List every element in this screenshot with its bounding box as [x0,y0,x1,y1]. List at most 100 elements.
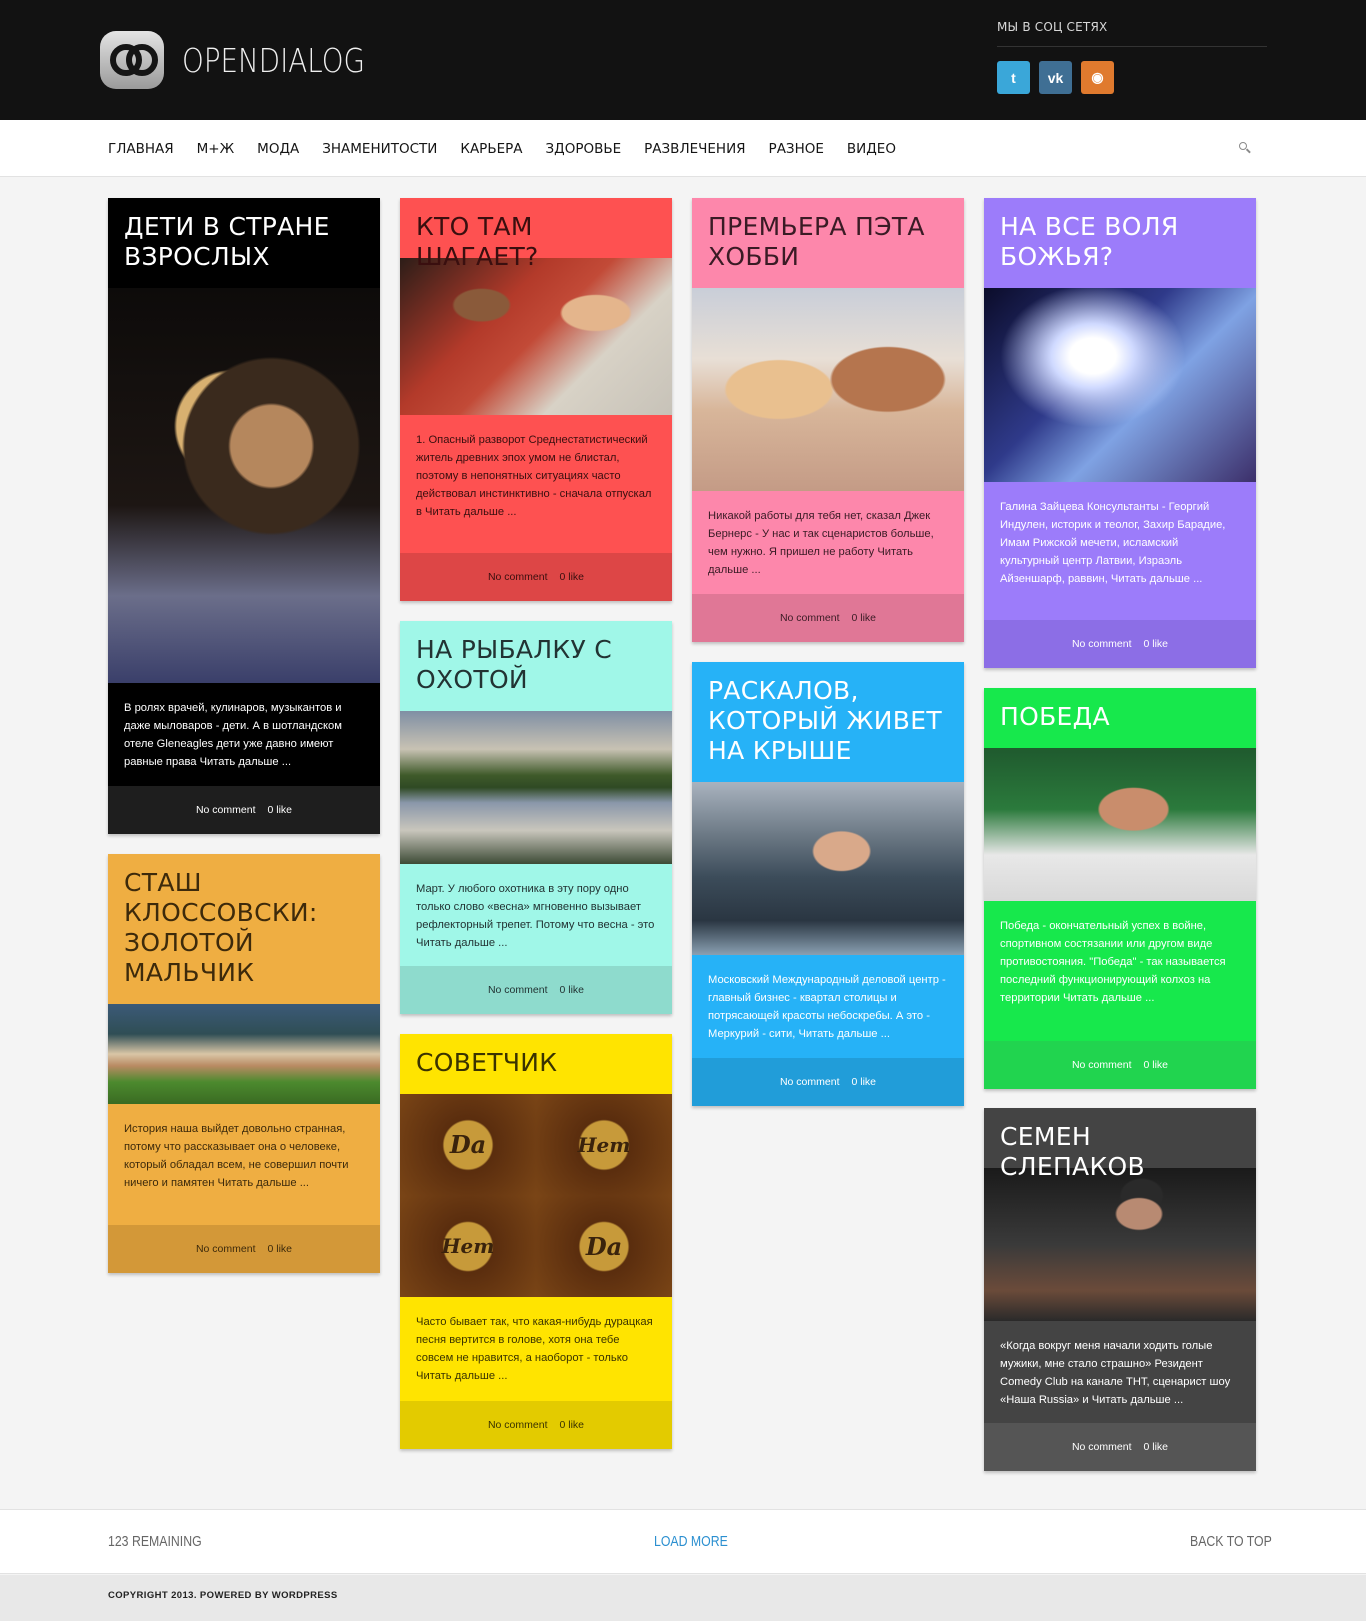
post-title[interactable]: НА ВСЕ ВОЛЯ БОЖЬЯ? [984,198,1256,288]
post-image[interactable] [692,288,964,491]
comment-count[interactable]: No comment [196,804,256,816]
post-image[interactable] [692,782,964,955]
post-image[interactable] [984,748,1256,901]
comment-count[interactable]: No comment [488,1419,548,1431]
nav-item-glavnaya[interactable]: ГЛАВНАЯ [108,141,174,157]
post-excerpt: Март. У любого охотника в эту пору одно … [416,883,655,949]
twitter-icon[interactable]: t [997,61,1030,94]
coin-da: Da [400,1094,536,1196]
post-image[interactable]: Da Hem Hem Da [400,1094,672,1297]
post-image[interactable] [400,258,672,415]
post-meta: No comment 0 like [984,1423,1256,1471]
post-title[interactable]: СОВЕТЧИК [400,1034,672,1094]
post-card: РАСКАЛОВ, КОТОРЫЙ ЖИВЕТ НА КРЫШЕ Московс… [692,662,964,1106]
remaining-count: 123 REMAINING [108,1533,202,1550]
nav-item-mzh[interactable]: М+Ж [197,141,235,157]
copyright-bar: COPYRIGHT 2013. POWERED BY WORDPRESS [0,1575,1366,1621]
post-meta: No comment 0 like [108,786,380,834]
post-card: СТАШ КЛОССОВСКИ: ЗОЛОТОЙ МАЛЬЧИК История… [108,854,380,1273]
post-title[interactable]: ДЕТИ В СТРАНЕ ВЗРОСЛЫХ [108,198,380,288]
post-excerpt: Никакой работы для тебя нет, сказал Джек… [708,510,934,576]
social-title: МЫ В СОЦ СЕТЯХ [997,20,1267,47]
like-count[interactable]: 0 like [560,984,585,996]
comment-count[interactable]: No comment [1072,1441,1132,1453]
search-icon[interactable] [1238,141,1252,155]
pagination-bar: 123 REMAINING LOAD MORE BACK TO TOP [0,1509,1366,1574]
rss-icon[interactable]: ◉ [1081,61,1114,94]
post-excerpt: 1. Опасный разворот Среднестатистический… [416,434,652,518]
like-count[interactable]: 0 like [268,1243,293,1255]
post-image[interactable] [984,1168,1256,1321]
like-count[interactable]: 0 like [560,571,585,583]
post-card: ПРЕМЬЕРА ПЭТА ХОББИ Никакой работы для т… [692,198,964,642]
nav-item-video[interactable]: ВИДЕО [847,141,896,157]
post-excerpt: История наша выйдет довольно странная, п… [124,1123,349,1189]
vk-icon[interactable]: vk [1039,61,1072,94]
like-count[interactable]: 0 like [560,1419,585,1431]
coin-hem: Hem [400,1195,536,1297]
post-excerpt: Победа - окончательный успех в войне, сп… [1000,920,1226,1004]
logo-text: OPENDIALOG [182,40,366,80]
post-card: СОВЕТЧИК Da Hem Hem Da Часто бывает так,… [400,1034,672,1449]
post-meta: No comment 0 like [984,1041,1256,1089]
back-to-top-link[interactable]: BACK TO TOP [1190,1533,1272,1550]
post-title[interactable]: НА РЫБАЛКУ С ОХОТОЙ [400,621,672,711]
coin-da: Da [536,1195,672,1297]
site-header: OPENDIALOG МЫ В СОЦ СЕТЯХ t vk ◉ [0,0,1366,120]
like-count[interactable]: 0 like [1144,1059,1169,1071]
post-meta: No comment 0 like [984,620,1256,668]
comment-count[interactable]: No comment [196,1243,256,1255]
social-block: МЫ В СОЦ СЕТЯХ t vk ◉ [997,20,1267,94]
main-nav: ГЛАВНАЯ М+Ж МОДА ЗНАМЕНИТОСТИ КАРЬЕРА ЗД… [0,120,1366,177]
comment-count[interactable]: No comment [1072,638,1132,650]
post-title[interactable]: ПОБЕДА [984,688,1256,748]
post-excerpt: В ролях врачей, кулинаров, музыкантов и … [124,702,342,768]
like-count[interactable]: 0 like [1144,638,1169,650]
post-meta: No comment 0 like [692,1058,964,1106]
like-count[interactable]: 0 like [852,612,877,624]
nav-item-raznoe[interactable]: РАЗНОЕ [769,141,824,157]
post-excerpt: Часто бывает так, что какая-нибудь дурац… [416,1316,653,1382]
post-title[interactable]: СТАШ КЛОССОВСКИ: ЗОЛОТОЙ МАЛЬЧИК [108,854,380,1004]
post-meta: No comment 0 like [108,1225,380,1273]
post-image[interactable] [984,288,1256,482]
nav-item-znamenitosti[interactable]: ЗНАМЕНИТОСТИ [322,141,437,157]
post-excerpt: Галина Зайцева Консультанты - Георгий Ин… [1000,501,1226,585]
comment-count[interactable]: No comment [780,1076,840,1088]
post-meta: No comment 0 like [400,966,672,1014]
post-card: ПОБЕДА Победа - окончательный успех в во… [984,688,1256,1089]
post-card: НА РЫБАЛКУ С ОХОТОЙ Март. У любого охотн… [400,621,672,1014]
like-count[interactable]: 0 like [268,804,293,816]
post-card: ДЕТИ В СТРАНЕ ВЗРОСЛЫХ В ролях врачей, к… [108,198,380,834]
post-meta: No comment 0 like [400,553,672,601]
post-image[interactable] [400,711,672,864]
coin-hem: Hem [536,1094,672,1196]
comment-count[interactable]: No comment [780,612,840,624]
comment-count[interactable]: No comment [1072,1059,1132,1071]
post-card: НА ВСЕ ВОЛЯ БОЖЬЯ? Галина Зайцева Консул… [984,198,1256,668]
nav-item-razvlecheniya[interactable]: РАЗВЛЕЧЕНИЯ [644,141,745,157]
post-title[interactable]: ПРЕМЬЕРА ПЭТА ХОББИ [692,198,964,288]
post-meta: No comment 0 like [400,1401,672,1449]
post-meta: No comment 0 like [692,594,964,642]
post-excerpt: Московский Международный деловой центр -… [708,974,946,1040]
post-excerpt: «Когда вокруг меня начали ходить голые м… [1000,1340,1231,1406]
post-title[interactable]: СЕМЕН СЛЕПАКОВ [984,1108,1256,1181]
load-more-button[interactable]: LOAD MORE [654,1533,728,1550]
comment-count[interactable]: No comment [488,984,548,996]
post-image[interactable] [108,288,380,683]
post-title[interactable]: РАСКАЛОВ, КОТОРЫЙ ЖИВЕТ НА КРЫШЕ [692,662,964,782]
comment-count[interactable]: No comment [488,571,548,583]
copyright-text: COPYRIGHT 2013. POWERED BY WORDPRESS [108,1590,338,1601]
logo-mark-icon [100,31,165,89]
post-card: СЕМЕН СЛЕПАКОВ «Когда вокруг меня начали… [984,1108,1256,1471]
post-image[interactable] [108,1004,380,1104]
site-logo[interactable]: OPENDIALOG [100,28,400,92]
nav-item-kariera[interactable]: КАРЬЕРА [460,141,522,157]
nav-item-zdorovie[interactable]: ЗДОРОВЬЕ [546,141,622,157]
like-count[interactable]: 0 like [1144,1441,1169,1453]
like-count[interactable]: 0 like [852,1076,877,1088]
post-card: КТО ТАМ ШАГАЕТ? 1. Опасный разворот Сред… [400,198,672,601]
nav-item-moda[interactable]: МОДА [257,141,299,157]
post-title[interactable]: КТО ТАМ ШАГАЕТ? [400,198,672,271]
